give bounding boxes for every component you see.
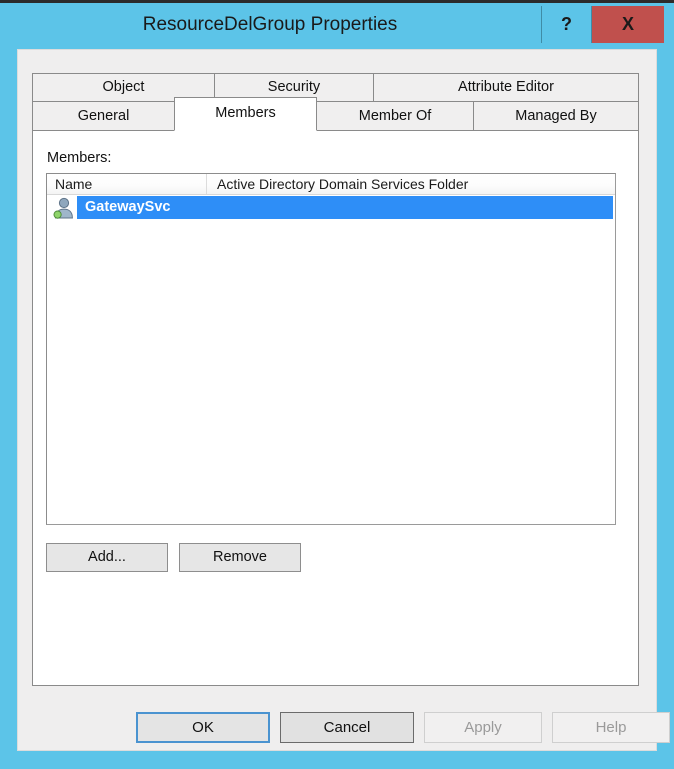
close-icon[interactable]: X [591, 6, 664, 43]
cancel-button[interactable]: Cancel [280, 712, 414, 743]
members-tab-panel: Members: Name Active Directory Domain Se… [32, 130, 639, 686]
titlebar-help-icon[interactable]: ? [541, 6, 591, 43]
user-icon [53, 196, 75, 219]
apply-button: Apply [424, 712, 542, 743]
tab-member-of[interactable]: Member Of [316, 101, 474, 131]
members-list[interactable]: Name Active Directory Domain Services Fo… [46, 173, 616, 525]
list-header-row: Name Active Directory Domain Services Fo… [47, 174, 615, 195]
dialog-window: ResourceDelGroup Properties ? X Object S… [0, 0, 674, 769]
tab-members[interactable]: Members [174, 97, 317, 131]
members-label: Members: [47, 150, 112, 166]
ok-button[interactable]: OK [136, 712, 270, 743]
window-title: ResourceDelGroup Properties [142, 14, 398, 35]
tab-general[interactable]: General [32, 101, 175, 131]
title-bar: ResourceDelGroup Properties ? X [0, 3, 674, 46]
list-item-selection[interactable]: GatewaySvc [77, 196, 613, 219]
list-item-name: GatewaySvc [85, 199, 171, 215]
column-header-folder[interactable]: Active Directory Domain Services Folder [208, 174, 613, 194]
tab-strip: Object Security Attribute Editor General… [32, 73, 639, 131]
help-button: Help [552, 712, 670, 743]
column-header-name[interactable]: Name [47, 174, 207, 194]
list-item[interactable]: GatewaySvc [47, 196, 615, 220]
remove-button[interactable]: Remove [179, 543, 301, 572]
add-button[interactable]: Add... [46, 543, 168, 572]
tab-attribute-editor[interactable]: Attribute Editor [373, 73, 639, 102]
dialog-body: Object Security Attribute Editor General… [17, 49, 670, 751]
tab-managed-by[interactable]: Managed By [473, 101, 639, 131]
